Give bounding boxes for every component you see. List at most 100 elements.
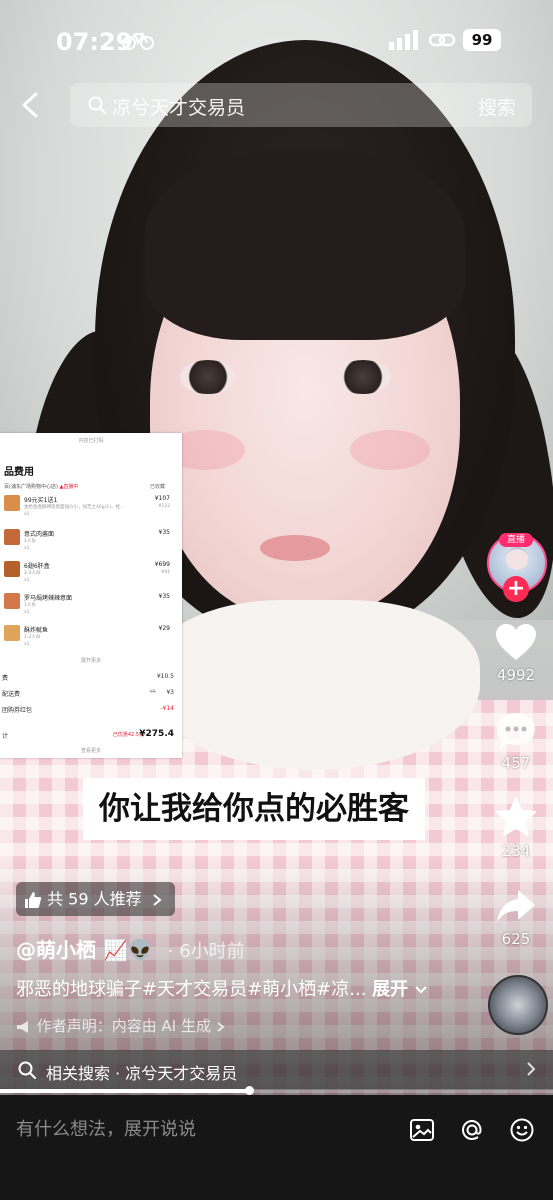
receipt-store-name: 百(浦东广场购物中心店) [4, 484, 58, 490]
receipt-more: 展开更多 [80, 658, 101, 664]
receipt-item-qty: x1 [24, 546, 30, 551]
receipt-item-qty: x1 [24, 642, 30, 647]
video-bangs [145, 150, 465, 340]
progress-knob[interactable] [244, 1086, 254, 1095]
receipt-item-qty: x1 [24, 512, 30, 517]
share-count: 625 [501, 930, 531, 948]
at-mention-icon[interactable] [459, 1117, 485, 1143]
search-button[interactable]: 搜索 [478, 93, 516, 120]
receipt-item-thumb [4, 495, 20, 511]
receipt-total: ¥275.4 [139, 729, 174, 739]
music-disc-avatar[interactable] [488, 975, 548, 1035]
share-button[interactable]: 625 [489, 886, 543, 948]
comment-icon [497, 713, 535, 748]
receipt-live-tag: ▲直播中 [59, 484, 79, 490]
receipt-total-label: 计 [2, 733, 9, 740]
author-line[interactable]: @萌小栖 📈👽 · 6小时前 [16, 934, 245, 963]
author-emoji: 📈👽 [102, 938, 153, 962]
receipt-item-qty: x1 [24, 610, 30, 615]
receipt-favorite: 已收藏 [150, 484, 166, 490]
receipt-item-thumb [4, 625, 20, 641]
receipt-item-name: 6翅6肝盒 [24, 563, 50, 570]
receipt-item: 99元买1送1 金枪鱼香酥烤肉意面加价小，加芝士40g(1)，经... x1 ¥… [4, 495, 178, 525]
favorite-count: 234 [501, 842, 531, 860]
receipt-item-thumb [4, 593, 20, 609]
receipt-fee-label: 配送费 [2, 691, 21, 698]
live-badge: 直播 [499, 533, 533, 547]
related-search-text: 相关搜索 · 凉兮天才交易员 [46, 1060, 237, 1084]
receipt-item-desc: 2-3人份 [24, 571, 41, 576]
receipt-footer: 查看更多 [80, 748, 101, 754]
receipt-fee-label: 团购券红包 [2, 707, 33, 714]
receipt-item-price: ¥107 [154, 495, 170, 502]
like-count: 4992 [496, 666, 536, 684]
emoji-icon[interactable] [509, 1117, 535, 1143]
expand-link[interactable]: 展开 [372, 979, 408, 1000]
video-caption: 你让我给你点的必胜客 [83, 778, 425, 840]
receipt-item-original: ¥41 [161, 570, 170, 575]
search-query[interactable]: 凉兮天才交易员 [112, 93, 245, 120]
video-description[interactable]: 邪恶的地球骗子#天才交易员#萌小栖#凉... 展开 [16, 975, 428, 1001]
video-progress-bar[interactable] [0, 1086, 553, 1095]
receipt-top-note: 内容已打码 [78, 438, 104, 444]
favorite-button[interactable]: 234 [489, 796, 543, 860]
receipt-item-price: ¥699 [154, 561, 170, 568]
receipt-item-price: ¥29 [158, 625, 170, 632]
receipt-item-desc: 1人份 [24, 603, 36, 608]
receipt-item-name: 99元买1送1 [24, 497, 58, 504]
receipt-item-price: ¥35 [158, 593, 170, 600]
battery-indicator: 99 [463, 29, 501, 51]
related-separator: · [115, 1064, 121, 1083]
video-screen: 07:29 99 凉兮天才交易员 搜索 内容已打码 品费用 百(浦东广场购物中心… [0, 0, 553, 1200]
video-mouth [260, 535, 330, 561]
receipt-item-qty: x1 [24, 578, 30, 583]
megaphone-icon [17, 1020, 28, 1033]
receipt-item-original: ¥122 [158, 504, 170, 509]
receipt-title: 品费用 [4, 467, 34, 478]
receipt-fee-value: ¥3 [166, 689, 174, 696]
author-name[interactable]: @萌小栖 [16, 938, 96, 962]
receipt-item-name: 意式肉酱面 [24, 531, 55, 538]
comment-input[interactable]: 有什么想法，展开说说 [16, 1115, 196, 1141]
receipt-item-price: ¥35 [158, 529, 170, 536]
receipt-fee-value: -¥14 [160, 705, 174, 712]
chevron-right-icon [527, 1062, 536, 1076]
status-bar: 07:29 99 [0, 0, 553, 80]
related-search-bar[interactable]: 相关搜索 · 凉兮天才交易员 [0, 1050, 553, 1090]
receipt-item-desc: 金枪鱼香酥烤肉意面加价小，加芝士40g(1)，经... [24, 505, 125, 510]
follow-button[interactable]: + [503, 576, 529, 602]
receipt-item-desc: 1-2人份 [24, 635, 41, 640]
receipt-item: 意式肉酱面 1人份 x1 ¥35 [4, 529, 178, 559]
recommend-text: 共 59 人推荐 [47, 889, 142, 909]
status-time: 07:29 [56, 28, 133, 56]
chevron-right-icon [153, 893, 162, 906]
description-text: 邪恶的地球骗子#天才交易员#萌小栖#凉... [16, 979, 367, 1000]
related-label: 相关搜索 [46, 1064, 111, 1083]
receipt-store: 百(浦东广场购物中心店) ▲直播中 [4, 483, 78, 490]
comment-bar: 有什么想法，展开说说 [0, 1095, 553, 1200]
receipt-item-thumb [4, 561, 20, 577]
video-eye-right [335, 360, 391, 394]
image-icon[interactable] [409, 1117, 435, 1143]
back-icon[interactable] [18, 90, 42, 120]
share-arrow-icon [497, 890, 535, 922]
receipt-overlay: 内容已打码 品费用 百(浦东广场购物中心店) ▲直播中 已收藏 99元买1送1 … [0, 433, 182, 758]
search-icon [18, 1061, 36, 1079]
video-collar [150, 600, 480, 770]
post-time: · 6小时前 [167, 941, 245, 962]
ai-disclaimer[interactable]: 作者声明：内容由 AI 生成 [16, 1015, 226, 1036]
receipt-item-name: 酥炸鱿鱼 [24, 627, 49, 634]
receipt-fee-label: 费 [2, 675, 9, 682]
video-eye-left [180, 360, 236, 394]
signal-icon [389, 30, 418, 50]
receipt-item-name: 罗马焗烤辣辣意面 [24, 595, 73, 602]
like-button[interactable]: 4992 [489, 622, 543, 684]
ai-disclaimer-text: 作者声明：内容由 AI 生成 [36, 1017, 212, 1035]
bicycle-icon [122, 33, 154, 50]
receipt-item-thumb [4, 529, 20, 545]
search-bar[interactable]: 凉兮天才交易员 搜索 [70, 83, 532, 127]
comment-button[interactable]: 457 [489, 710, 543, 772]
recommend-badge[interactable]: 共 59 人推荐 [16, 882, 175, 916]
receipt-item: 6翅6肝盒 2-3人份 x1 ¥699 ¥41 [4, 561, 178, 591]
chevron-down-icon [415, 986, 427, 994]
